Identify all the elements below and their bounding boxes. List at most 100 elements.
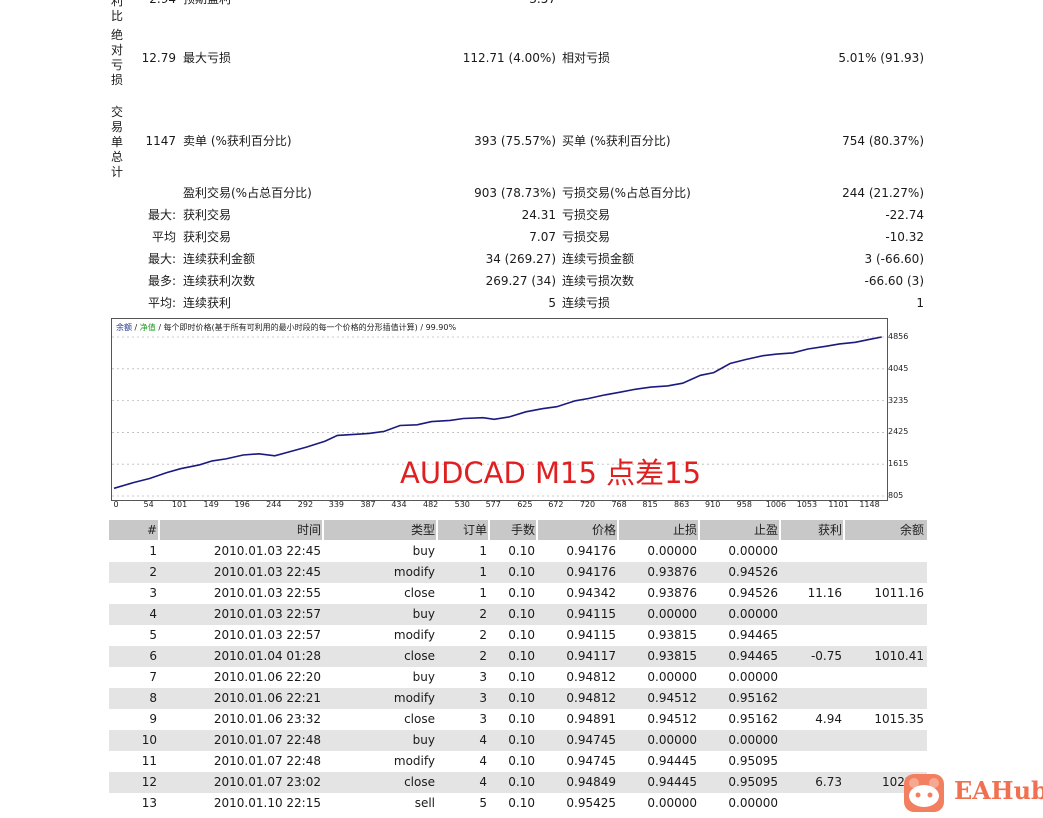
x-tick-label: 149	[203, 500, 219, 509]
header-take-profit[interactable]: 止盈	[701, 520, 778, 540]
summary-row-drawdown: 12.79 最大亏损 112.71 (4.00%) 相对亏损 5.01% (91…	[0, 48, 1043, 68]
cell-stop-loss: 0.00000	[647, 796, 697, 810]
x-tick-label: 863	[674, 500, 690, 509]
vertical-label-char: 交	[110, 105, 123, 119]
cell-type: buy	[412, 544, 435, 558]
cell-take-profit: 0.95095	[728, 754, 778, 768]
vertical-label-char: 计	[110, 165, 123, 179]
value-loss-trades: 244 (21.27%)	[842, 186, 924, 200]
cell-stop-loss: 0.94445	[647, 775, 697, 789]
cell-lots: 0.10	[508, 586, 535, 600]
header-price[interactable]: 价格	[539, 520, 616, 540]
value-expected-payoff: 3.57	[0, 0, 556, 9]
x-tick-label: 1006	[765, 500, 787, 509]
cell-time: 2010.01.03 22:45	[213, 544, 321, 558]
summary-row-max-consecutive: 最大: 连续获利金额 34 (269.27) 连续亏损金额 3 (-66.60)	[0, 249, 1043, 269]
cell-type: modify	[393, 754, 435, 768]
cell-profit: 11.16	[807, 586, 842, 600]
cell-take-profit: 0.00000	[728, 670, 778, 684]
y-tick-label: 4856	[888, 332, 909, 341]
cell-balance: 1015.35	[874, 712, 924, 726]
cell-price: 0.94745	[566, 754, 616, 768]
cell-stop-loss: 0.00000	[647, 544, 697, 558]
cell-take-profit: 0.95162	[728, 712, 778, 726]
cell-order: 4	[479, 775, 487, 789]
header-balance[interactable]: 余额	[846, 520, 924, 540]
header-stop-loss[interactable]: 止损	[620, 520, 697, 540]
cell-take-profit: 0.00000	[728, 544, 778, 558]
cell-time: 2010.01.07 23:02	[213, 775, 321, 789]
header-type[interactable]: 类型	[325, 520, 435, 540]
chart-y-axis: 805 1615 2425 3235 4045 4856	[886, 318, 926, 501]
y-tick-label: 1615	[888, 459, 909, 469]
cell-type: modify	[393, 565, 435, 579]
x-tick-label: 958	[736, 500, 752, 509]
cell-price: 0.95425	[566, 796, 616, 810]
cell-price: 0.94115	[566, 628, 616, 642]
eahub-logo-icon	[904, 774, 944, 812]
x-tick-label: 768	[611, 500, 627, 509]
cell-take-profit: 0.95162	[728, 691, 778, 705]
table-row: 11 2010.01.07 22:48 modify 4 0.10 0.94745 0.94…	[109, 751, 927, 772]
cell-lots: 0.10	[508, 628, 535, 642]
chart-legend: 余额 / 净值 / 每个即时价格(基于所有可利用的最小时段的每一个价格的分形插值…	[116, 322, 456, 333]
cell-price: 0.94812	[566, 691, 616, 705]
cell-stop-loss: 0.00000	[647, 607, 697, 621]
header-time[interactable]: 时间	[161, 520, 321, 540]
cell-take-profit: 0.94526	[728, 565, 778, 579]
header-separator	[322, 520, 324, 540]
x-tick-label: 101	[171, 500, 188, 509]
header-separator	[488, 520, 490, 540]
value-consecutive-losses-amount: 3 (-66.60)	[864, 252, 925, 266]
cell-time: 2010.01.10 22:15	[213, 796, 321, 810]
cell-take-profit: 0.00000	[728, 796, 778, 810]
table-row: 5 2010.01.03 22:57 modify 2 0.10 0.94115 0.938…	[109, 625, 927, 646]
header-order[interactable]: 订单	[439, 520, 487, 540]
cell-type: modify	[393, 691, 435, 705]
cell-index: 1	[149, 544, 157, 558]
y-tick-label: 4045	[888, 363, 909, 373]
legend-separator: /	[132, 323, 140, 332]
vertical-label-char: 损	[110, 73, 123, 87]
cell-take-profit: 0.94465	[728, 649, 778, 663]
x-tick-label: 54	[143, 500, 154, 509]
cell-stop-loss: 0.00000	[647, 670, 697, 684]
summary-row-largest: 最大: 获利交易 24.31 亏损交易 -22.74	[0, 205, 1043, 225]
cell-time: 2010.01.06 23:32	[213, 712, 321, 726]
cell-time: 2010.01.07 22:48	[213, 733, 321, 747]
cell-stop-loss: 0.94512	[647, 691, 697, 705]
cell-order: 1	[479, 565, 487, 579]
cell-time: 2010.01.03 22:55	[213, 586, 321, 600]
cell-lots: 0.10	[508, 733, 535, 747]
header-profit[interactable]: 获利	[782, 520, 842, 540]
chart-watermark-label: AUDCAD M15 点差15	[400, 456, 702, 490]
x-tick-label: 292	[297, 500, 314, 509]
x-tick-label: 387	[360, 500, 376, 509]
cell-balance: 1010.41	[874, 649, 924, 663]
cell-index: 11	[141, 754, 157, 768]
cell-lots: 0.10	[508, 754, 535, 768]
table-row: 1 2010.01.03 22:45 buy 1 0.10 0.94176 0.00000 0…	[109, 541, 927, 562]
header-separator	[698, 520, 700, 540]
x-tick-label: 910	[705, 500, 721, 509]
cell-lots: 0.10	[508, 670, 535, 684]
cell-index: 5	[149, 628, 157, 642]
cell-take-profit: 0.00000	[728, 607, 778, 621]
cell-time: 2010.01.03 22:57	[213, 628, 321, 642]
cell-lots: 0.10	[508, 544, 535, 558]
x-tick-label: 672	[548, 500, 564, 509]
vertical-label-char: 比	[110, 9, 123, 23]
header-index[interactable]: #	[109, 520, 157, 540]
header-lots[interactable]: 手数	[491, 520, 535, 540]
cell-lots: 0.10	[508, 607, 535, 621]
cell-stop-loss: 0.93876	[647, 565, 697, 579]
table-row: 12 2010.01.07 23:02 close 4 0.10 0.94849 0.944…	[109, 772, 927, 793]
summary-row-average: 平均 获利交易 7.07 亏损交易 -10.32	[0, 227, 1043, 247]
x-tick-label: 434	[391, 500, 407, 509]
cell-type: sell	[414, 796, 435, 810]
cell-index: 10	[141, 733, 157, 747]
cell-time: 2010.01.03 22:45	[213, 565, 321, 579]
cell-price: 0.94115	[566, 607, 616, 621]
cell-time: 2010.01.06 22:21	[213, 691, 321, 705]
eahub-logo: EAHub	[902, 772, 1043, 814]
